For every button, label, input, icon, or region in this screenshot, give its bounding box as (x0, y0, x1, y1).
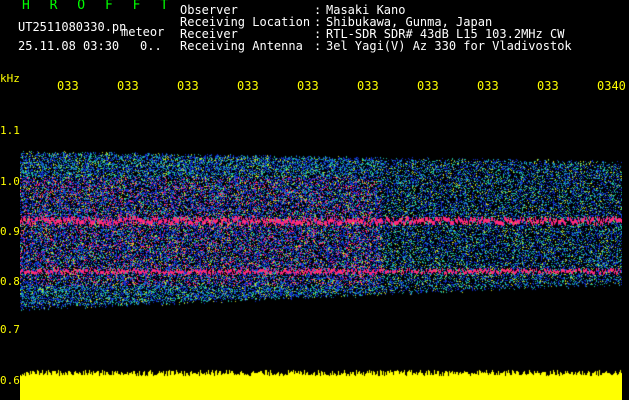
x-tick-label: 033 (417, 79, 439, 93)
antenna-value: 3el Yagi(V) Az 330 for Vladivostok (326, 39, 572, 53)
x-tick-label: 033 (57, 79, 79, 93)
antenna-row: Receiving Antenna : 3el Yagi(V) Az 330 f… (180, 40, 572, 52)
app-title: H R O F F T (22, 0, 175, 13)
y-tick-label: 0.7 (0, 323, 20, 336)
meteor-counter: 0.. (140, 39, 162, 53)
file-name: UT2511080330.pn (18, 20, 127, 34)
meteor-label: meteor (121, 25, 165, 39)
spectrogram-waterfall (20, 96, 622, 400)
capture-datetime: 25.11.08 03:30 (18, 39, 120, 53)
x-tick-label: 033 (297, 79, 319, 93)
y-tick-label: 1.1 (0, 124, 20, 137)
antenna-sep: : (314, 39, 322, 53)
y-tick-label: 0.6 (0, 374, 20, 387)
x-tick-label: 033 (357, 79, 379, 93)
x-tick-label: 033 (537, 79, 559, 93)
antenna-key: Receiving Antenna (180, 39, 303, 53)
y-tick-label: 0.9 (0, 225, 20, 238)
x-tick-label: 033 (117, 79, 139, 93)
y-axis-unit: kHz (0, 72, 20, 85)
x-tick-label: 033 (477, 79, 499, 93)
x-tick-label: 033 (237, 79, 259, 93)
station-info: Observer : Masaki Kano Receiving Locatio… (180, 4, 572, 52)
x-tick-label: 0340 (597, 79, 626, 93)
x-tick-label: 033 (177, 79, 199, 93)
y-tick-label: 0.8 (0, 275, 20, 288)
y-tick-label: 1.0 (0, 175, 20, 188)
